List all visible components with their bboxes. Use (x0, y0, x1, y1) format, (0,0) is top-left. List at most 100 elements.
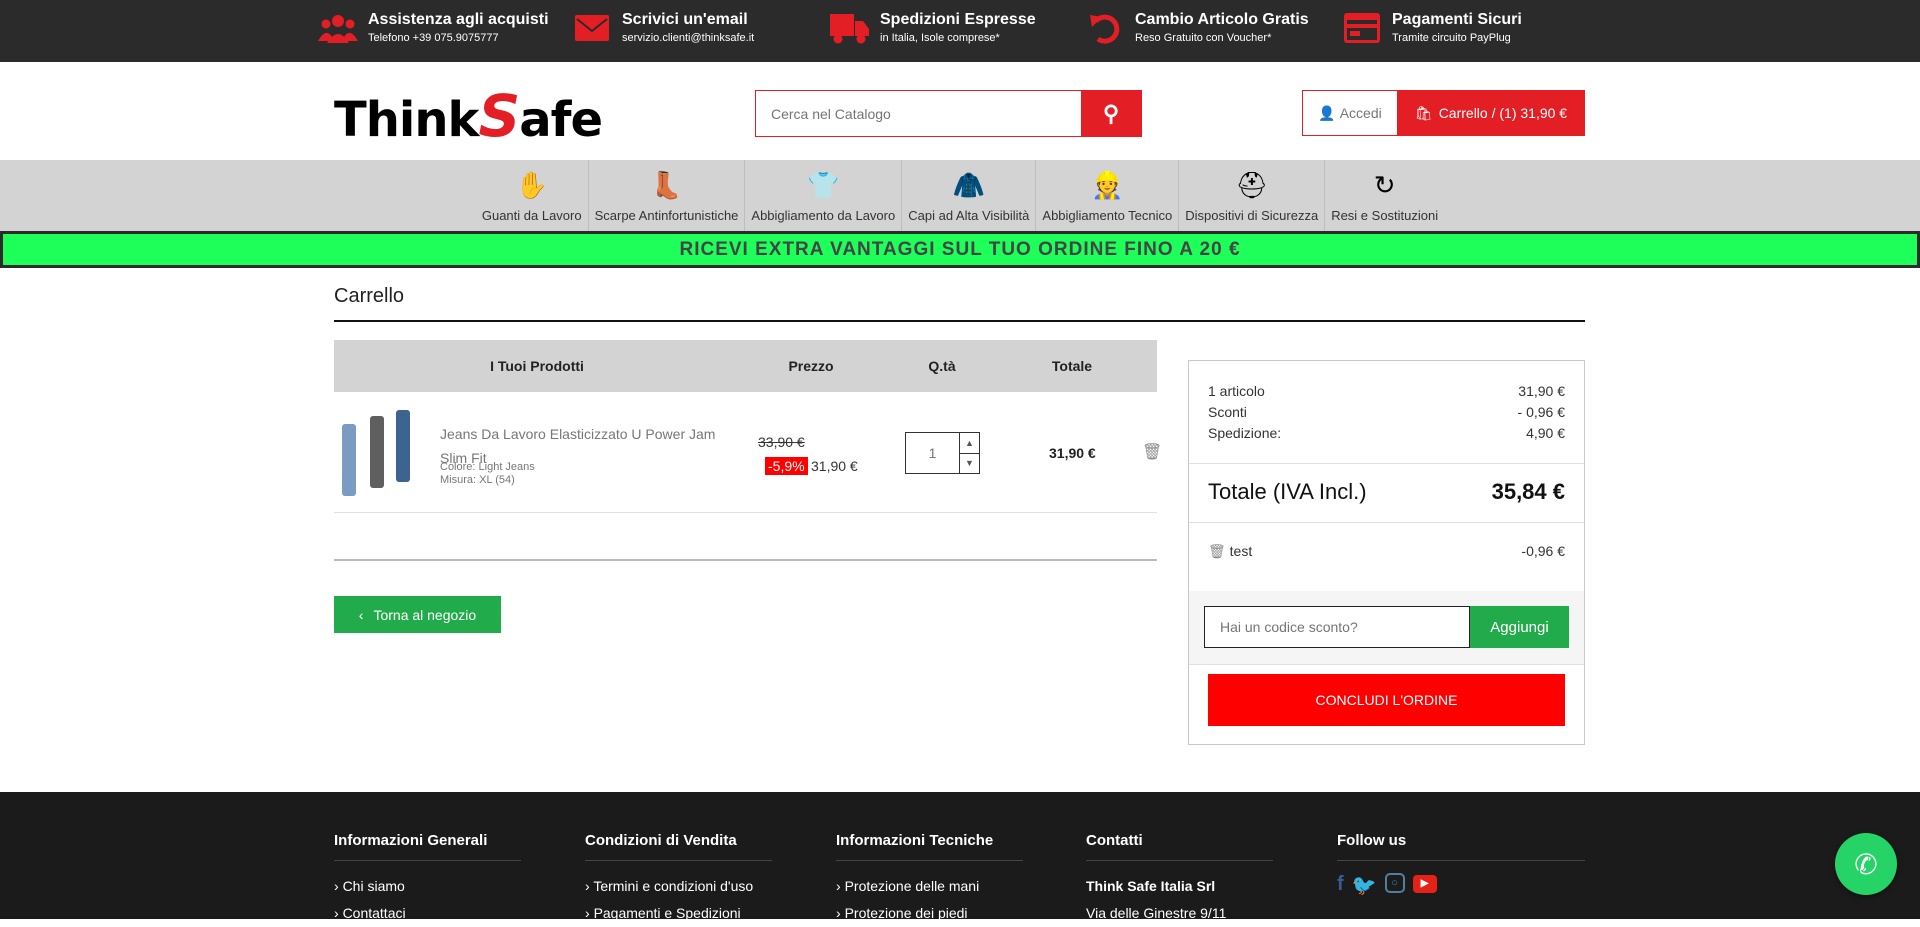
divider (1189, 463, 1584, 464)
whatsapp-icon: ✆ (1854, 848, 1878, 880)
voucher-row: 🗑 test -0,96 € (1208, 543, 1565, 560)
coupon-input[interactable] (1204, 606, 1470, 648)
nav-label: Scarpe Antinfortunistiche (594, 208, 739, 223)
youtube-icon[interactable]: ▶ (1412, 875, 1437, 893)
summary-row-shipping: Spedizione: 4,90 € (1208, 425, 1565, 441)
worker-icon: 👷 (1091, 170, 1124, 200)
whatsapp-chat-button[interactable]: ✆ (1835, 833, 1897, 895)
company-name: Think Safe Italia Srl (1086, 878, 1216, 894)
quantity-input[interactable]: 1 (906, 433, 959, 473)
undo-icon (1085, 10, 1125, 46)
info-title: Spedizioni Espresse (880, 11, 1036, 28)
back-label: Torna al negozio (373, 606, 477, 623)
nav-label: Resi e Sostituzioni (1331, 208, 1439, 223)
footer-link[interactable]: › Protezione delle mani (836, 873, 1023, 900)
promo-banner: RICEVI EXTRA VANTAGGI SUL TUO ORDINE FIN… (0, 231, 1920, 268)
quantity-stepper: 1 ▲ ▼ (905, 432, 980, 474)
cart-table-header: I Tuoi Prodotti Prezzo Q.tà Totale (334, 340, 1157, 392)
facebook-icon[interactable]: f (1337, 873, 1344, 898)
category-nav: ✋ Guanti da Lavoro 👢 Scarpe Antinfortunist… (0, 160, 1920, 231)
info-sub: servizio.clienti@thinksafe.it (622, 32, 755, 44)
total-label: Totale (IVA Incl.) (1208, 479, 1367, 504)
nav-item-safety[interactable]: ⛑ Dispositivi di Sicurezza (1179, 160, 1326, 231)
top-info-bar: Assistenza agli acquisti Telefono +39 075… (0, 0, 1920, 62)
info-sub: Tramite circuito PayPlug (1392, 32, 1511, 44)
header-products: I Tuoi Prodotti (490, 358, 584, 374)
footer-heading: Condizioni di Vendita (585, 832, 737, 849)
info-title: Scrivici un'email (622, 11, 748, 28)
info-sub: Telefono +39 075.9075777 (368, 32, 499, 44)
discount-badge: -5,9% (765, 457, 808, 475)
footer-col-general: Informazioni Generali › Chi siamo › Contat… (334, 832, 521, 927)
summary-row-items: 1 articolo 31,90 € (1208, 383, 1565, 399)
cart-button[interactable]: 🛍 Carrello / (1) 31,90 € (1397, 90, 1585, 136)
summary-value: 31,90 € (1518, 383, 1565, 399)
tshirt-icon: 👕 (807, 170, 840, 200)
envelope-icon (572, 10, 612, 46)
chevron-down-icon[interactable]: ▼ (960, 454, 979, 474)
voucher-value: -0,96 € (1521, 543, 1565, 559)
product-size: Misura: XL (54) (440, 474, 515, 486)
nav-item-gloves[interactable]: ✋ Guanti da Lavoro (476, 160, 589, 231)
cart-label: Carrello / (1) 31,90 € (1438, 105, 1568, 121)
logo[interactable]: ThinkSafe (334, 82, 603, 150)
product-attributes: Colore: Light Jeans Misura: XL (54) (440, 461, 535, 487)
instagram-icon[interactable]: ○ (1384, 873, 1405, 893)
nav-label: Dispositivi di Sicurezza (1185, 208, 1319, 223)
footer-link[interactable]: › Contattaci (334, 900, 521, 927)
total-value: 35,84 € (1491, 479, 1565, 504)
divider (1189, 522, 1584, 523)
summary-label: 1 articolo (1208, 383, 1265, 399)
info-title: Assistenza agli acquisti (368, 11, 549, 28)
search-bar: ⚲ (755, 90, 1142, 137)
footer-link[interactable]: › Pagamenti e Spedizioni (585, 900, 772, 927)
footer-col-conditions: Condizioni di Vendita › Termini e condizi… (585, 832, 772, 927)
order-summary: 1 articolo 31,90 € Sconti - 0,96 € Spedizi… (1188, 360, 1585, 745)
checkout-button[interactable]: CONCLUDI L'ORDINE (1208, 674, 1565, 726)
company-address: Via delle Ginestre 9/11 (1086, 905, 1227, 921)
product-image[interactable] (340, 410, 420, 500)
login-button[interactable]: 👤 Accedi (1302, 90, 1398, 136)
back-to-shop-button[interactable]: ‹ Torna al negozio (334, 596, 501, 633)
footer-col-contacts: Contatti Think Safe Italia Srl Via delle G… (1086, 832, 1273, 927)
hi-vis-jacket-icon: 🧥 (952, 170, 985, 200)
nav-item-workwear[interactable]: 👕 Abbigliamento da Lavoro (745, 160, 903, 231)
footer-link[interactable]: › Chi siamo (334, 873, 521, 900)
site-header: ThinkSafe ⚲ 👤Accedi 🛍 Carrello / (1) 31,9… (0, 62, 1920, 160)
nav-label: Guanti da Lavoro (481, 208, 582, 223)
info-shipping: Spedizioni Espresse in Italia, Isole comp… (830, 10, 1036, 46)
info-email[interactable]: Scrivici un'email servizio.clienti@thinks… (572, 10, 754, 46)
nav-label: Abbigliamento da Lavoro (751, 208, 896, 223)
header-qty: Q.tà (928, 358, 956, 374)
coupon-form: Aggiungi (1189, 591, 1584, 664)
footer-link[interactable]: › Termini e condizioni d'uso (585, 873, 772, 900)
chevron-up-icon[interactable]: ▲ (960, 433, 979, 454)
footer: Informazioni Generali › Chi siamo › Contat… (0, 792, 1920, 921)
twitter-icon[interactable]: 🐦 (1352, 873, 1377, 898)
info-assistance: Assistenza agli acquisti Telefono +39 075… (318, 10, 549, 46)
nav-item-returns[interactable]: ↻ Resi e Sostituzioni (1325, 160, 1444, 231)
title-divider (334, 320, 1585, 322)
nav-item-technical[interactable]: 👷 Abbigliamento Tecnico (1036, 160, 1180, 231)
summary-value: 4,90 € (1526, 425, 1565, 441)
info-payments: Pagamenti Sicuri Tramite circuito PayPlug (1342, 10, 1522, 46)
summary-total: Totale (IVA Incl.) 35,84 € (1208, 479, 1565, 505)
footer-link[interactable]: › Protezione dei piedi (836, 900, 1023, 927)
nav-label: Abbigliamento Tecnico (1042, 208, 1173, 223)
footer-heading: Informazioni Tecniche (836, 832, 994, 849)
product-color: Colore: Light Jeans (440, 461, 535, 473)
header-total: Totale (1051, 358, 1093, 374)
nav-item-hi-vis[interactable]: 🧥 Capi ad Alta Visibilità (902, 160, 1037, 231)
unit-price: 31,90 € (811, 458, 858, 474)
trash-icon[interactable]: 🗑 (1142, 442, 1162, 462)
summary-label: Spedizione: (1208, 425, 1282, 441)
nav-item-shoes[interactable]: 👢 Scarpe Antinfortunistiche (589, 160, 746, 231)
old-price: 33,90 € (758, 434, 805, 450)
search-input[interactable] (756, 91, 1081, 136)
return-box-icon: ↻ (1373, 170, 1396, 200)
gloves-icon: ✋ (515, 170, 548, 200)
search-button[interactable]: ⚲ (1081, 91, 1141, 136)
apply-coupon-button[interactable]: Aggiungi (1470, 606, 1569, 648)
table-divider (334, 559, 1157, 561)
trash-icon[interactable]: 🗑 (1208, 543, 1226, 559)
